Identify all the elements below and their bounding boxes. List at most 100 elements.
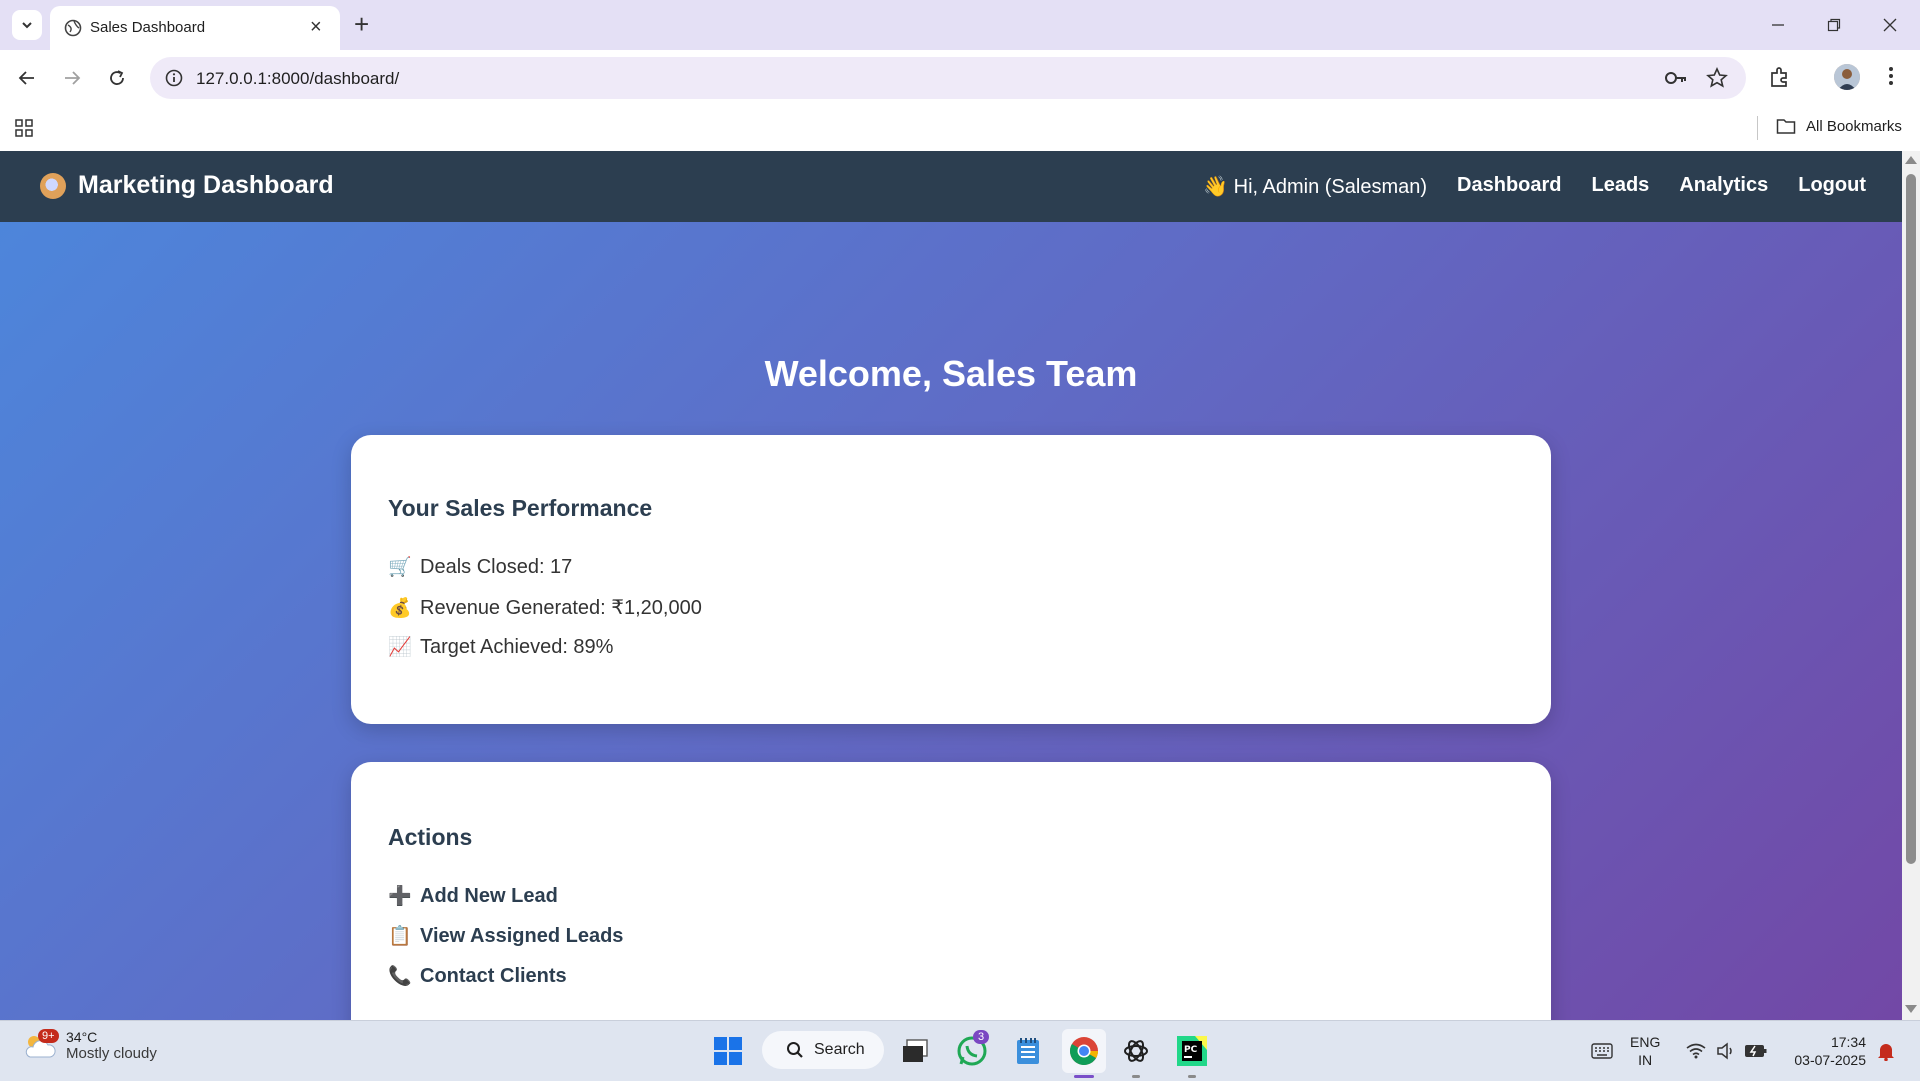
bookmarks-bar: All Bookmarks <box>0 106 1920 151</box>
stat-revenue-generated: 💰 Revenue Generated: ₹1,20,000 <box>388 595 702 620</box>
reload-button[interactable] <box>103 64 131 92</box>
scroll-up-arrow-icon[interactable] <box>1905 156 1917 164</box>
view-assigned-leads-link[interactable]: 📋 View Assigned Leads <box>388 924 623 948</box>
touch-keyboard-button[interactable] <box>1584 1033 1620 1069</box>
arrow-right-icon <box>65 71 81 85</box>
close-icon <box>1883 18 1897 32</box>
pycharm-icon: PC <box>1177 1036 1207 1066</box>
tab-search-dropdown-button[interactable] <box>12 10 42 40</box>
brand-title: Marketing Dashboard <box>78 171 334 199</box>
brand[interactable]: Marketing Dashboard <box>40 171 334 200</box>
url-text: 127.0.0.1:8000/dashboard/ <box>196 69 400 88</box>
arrow-left-icon <box>18 71 34 85</box>
action-label: Add New Lead <box>420 884 558 907</box>
nav-dashboard-link[interactable]: Dashboard <box>1457 174 1561 199</box>
stat-deals-closed: 🛒 Deals Closed: 17 <box>388 555 572 579</box>
stat-text: Revenue Generated: ₹1,20,000 <box>420 597 702 619</box>
extensions-puzzle-icon[interactable] <box>1768 65 1792 89</box>
stat-text: Deals Closed: 17 <box>420 555 573 578</box>
new-tab-button[interactable]: + <box>354 11 369 37</box>
user-avatar-icon <box>1834 64 1860 90</box>
all-bookmarks-label: All Bookmarks <box>1806 117 1902 135</box>
actions-heading: Actions <box>388 824 473 850</box>
add-new-lead-link[interactable]: ➕ Add New Lead <box>388 884 558 908</box>
apps-grid-icon[interactable] <box>14 118 34 138</box>
stat-target-achieved: 📈 Target Achieved: 89% <box>388 635 613 659</box>
page-title: Welcome, Sales Team <box>764 353 1138 394</box>
task-view-button[interactable] <box>898 1033 934 1069</box>
language-code: ENG <box>1630 1034 1661 1050</box>
bookmarks-separator <box>1757 116 1758 140</box>
globe-icon <box>64 19 82 37</box>
input-language-indicator[interactable]: ENG IN <box>1630 1033 1660 1069</box>
clock-time: 17:34 <box>1830 1034 1866 1050</box>
notepad-taskbar-icon[interactable] <box>1010 1033 1046 1069</box>
address-bar[interactable]: 127.0.0.1:8000/dashboard/ <box>150 57 1746 99</box>
action-label: Contact Clients <box>420 964 567 987</box>
browser-menu-icon[interactable] <box>1888 66 1894 86</box>
close-window-button[interactable] <box>1870 10 1910 40</box>
whatsapp-badge: 3 <box>973 1030 990 1044</box>
pycharm-taskbar-icon[interactable]: PC <box>1174 1033 1210 1069</box>
svg-text:PC: PC <box>1184 1045 1198 1055</box>
bell-icon <box>1878 1044 1894 1061</box>
plus-icon: ➕ <box>388 886 412 907</box>
scrollbar-thumb[interactable] <box>1906 174 1916 864</box>
page-viewport: Marketing Dashboard 👋 Hi, Admin (Salesma… <box>0 151 1902 1020</box>
chrome-active-indicator <box>1074 1075 1094 1078</box>
sales-performance-card: Your Sales Performance 🛒 Deals Closed: 1… <box>351 435 1551 724</box>
tab-sales-dashboard[interactable]: Sales Dashboard × <box>50 6 340 50</box>
notifications-button[interactable] <box>1868 1033 1904 1069</box>
forward-button[interactable] <box>58 64 86 92</box>
browser-toolbar: 127.0.0.1:8000/dashboard/ <box>0 50 1920 106</box>
chevron-down-icon <box>22 22 32 29</box>
weather-condition: Mostly cloudy <box>66 1045 157 1062</box>
profile-avatar[interactable] <box>1834 64 1860 90</box>
restore-icon <box>1827 18 1841 32</box>
weather-text: 34°C Mostly cloudy <box>66 1029 157 1062</box>
chrome-taskbar-icon[interactable] <box>1066 1033 1102 1069</box>
contact-clients-link[interactable]: 📞 Contact Clients <box>388 964 567 988</box>
taskbar-search[interactable]: Search <box>762 1031 884 1069</box>
chatgpt-taskbar-icon[interactable] <box>1118 1033 1154 1069</box>
tab-close-icon[interactable]: × <box>310 17 322 37</box>
folder-icon <box>1776 119 1796 134</box>
chatgpt-icon <box>1124 1040 1148 1062</box>
battery-status[interactable] <box>1738 1033 1774 1069</box>
nav-leads-link[interactable]: Leads <box>1592 174 1650 199</box>
app-navbar: Marketing Dashboard 👋 Hi, Admin (Salesma… <box>0 151 1902 222</box>
temperature: 34°C <box>66 1029 98 1045</box>
nav-logout-link[interactable]: Logout <box>1798 174 1866 199</box>
start-button[interactable] <box>710 1033 746 1069</box>
user-greeting: 👋 Hi, Admin (Salesman) <box>1203 176 1428 198</box>
chrome-icon <box>1070 1037 1098 1065</box>
keyboard-icon <box>1591 1043 1613 1059</box>
pycharm-running-indicator <box>1188 1075 1196 1078</box>
restore-button[interactable] <box>1814 10 1854 40</box>
search-label: Search <box>814 1041 865 1058</box>
site-info-icon[interactable] <box>164 68 184 88</box>
weather-badge: 9+ <box>38 1028 59 1043</box>
bookmark-star-icon[interactable] <box>1706 67 1728 89</box>
minimize-button[interactable] <box>1758 10 1798 40</box>
password-key-icon[interactable] <box>1664 68 1688 88</box>
compass-icon <box>40 172 66 199</box>
scroll-down-arrow-icon[interactable] <box>1905 1005 1917 1013</box>
stat-text: Target Achieved: 89% <box>420 635 614 658</box>
weather-widget[interactable]: 9+ 34°C Mostly cloudy <box>22 1028 157 1062</box>
chatgpt-running-indicator <box>1132 1075 1140 1078</box>
windows-taskbar: 9+ 34°C Mostly cloudy Search 3 PC ENG IN… <box>0 1020 1920 1081</box>
action-label: View Assigned Leads <box>420 924 624 947</box>
money-bag-icon: 💰 <box>388 597 412 619</box>
all-bookmarks-button[interactable]: All Bookmarks <box>1776 117 1902 135</box>
wifi-icon <box>1686 1043 1706 1059</box>
nav-analytics-link[interactable]: Analytics <box>1679 174 1768 199</box>
windows-logo-icon <box>714 1037 742 1065</box>
cloud-weather-icon: 9+ <box>22 1028 59 1059</box>
back-button[interactable] <box>13 64 41 92</box>
battery-charging-icon <box>1745 1045 1767 1057</box>
telephone-icon: 📞 <box>388 966 412 987</box>
system-clock[interactable]: 17:34 03-07-2025 <box>1780 1033 1866 1069</box>
tab-title: Sales Dashboard <box>90 19 206 36</box>
clipboard-icon: 📋 <box>388 926 412 947</box>
